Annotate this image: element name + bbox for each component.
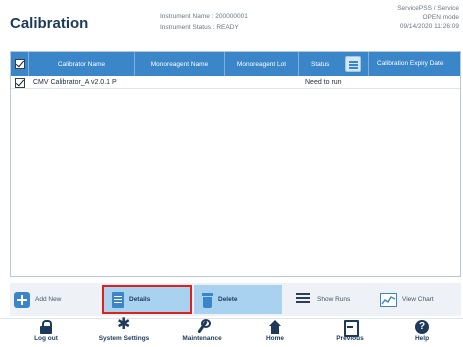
nav-help-label: Help [414,335,430,342]
bottom-navigation: Log out System Settings Maintenance Home… [0,317,463,347]
document-icon [112,291,124,308]
nav-logout[interactable]: Log out [26,320,66,347]
row-calibrator-name: CMV Calibrator_A v2.0.1 P [33,79,117,86]
filter-icon[interactable] [345,56,361,72]
column-monoreagent-lot[interactable]: Monoreagent Lot [225,52,299,76]
row-monoreagent-lot [225,76,299,89]
delete-label: Delete [218,296,238,303]
plus-icon [14,291,30,308]
nav-previous[interactable]: Previous [325,320,375,347]
column-monoreagent-name[interactable]: Monoreagent Name [135,52,225,76]
details-label: Details [129,296,151,303]
gear-icon [117,317,131,334]
nav-help[interactable]: ? Help [402,320,442,347]
instrument-info: Instrument Name : 200000001 Instrument S… [160,11,248,33]
table-header: Calibrator Name Monoreagent Name Monorea… [11,52,460,76]
show-runs-label: Show Runs [317,296,351,303]
delete-button[interactable]: Delete [194,285,282,314]
row-checkbox[interactable] [15,76,27,89]
checkbox-icon [14,59,25,69]
nav-home-label: Home [265,335,285,342]
page-title: Calibration [10,15,89,32]
add-new-button[interactable]: Add New [14,285,94,314]
nav-logout-label: Log out [34,335,58,342]
nav-maintenance-label: Maintenance [182,335,222,342]
calibrator-table: Calibrator Name Monoreagent Name Monorea… [10,51,461,277]
details-button[interactable]: Details [102,285,192,314]
column-status-label: Status [311,60,330,68]
home-icon [268,320,282,334]
column-calibration-expiry-date[interactable]: Calibration Expiry Date [369,52,444,76]
instrument-status: Instrument Status : READY [160,24,239,31]
column-calibrator-name[interactable]: Calibrator Name [29,52,135,76]
view-chart-label: View Chart [402,296,434,303]
nav-system-settings[interactable]: System Settings [91,317,157,347]
row-status: Need to run [305,79,342,86]
user-name: ServicePSS / Service [397,5,459,12]
wrench-icon [195,319,211,334]
scrollbar-header [444,52,460,76]
list-icon [296,292,312,308]
nav-home[interactable]: Home [255,320,295,347]
show-runs-button[interactable]: Show Runs [288,285,370,314]
view-chart-button[interactable]: View Chart [374,285,456,314]
add-new-label: Add New [35,296,62,303]
trash-icon [202,292,213,308]
mode-label: OPEN mode [422,14,460,21]
nav-maintenance[interactable]: Maintenance [172,319,232,347]
select-all-checkbox[interactable] [11,52,29,76]
nav-system-settings-label: System Settings [98,335,150,342]
chart-icon [380,292,397,307]
app-header: Calibration Instrument Name : 200000001 … [0,0,463,46]
table-row[interactable]: CMV Calibrator_A v2.0.1 P Need to run [11,76,460,89]
lock-icon [39,320,53,334]
row-expiry [369,76,444,89]
previous-icon [343,320,359,337]
user-info: ServicePSS / Service OPEN mode 09/14/202… [397,4,459,31]
datetime-label: 09/14/2020 11:26:09 [399,23,459,30]
checkbox-icon [15,77,25,88]
action-bar: Add New Details Delete Show Runs View Ch… [10,283,461,316]
help-icon: ? [415,320,429,334]
instrument-name: Instrument Name : 200000001 [160,13,248,20]
column-status[interactable]: Status [299,52,369,76]
row-monoreagent-name [135,76,225,89]
